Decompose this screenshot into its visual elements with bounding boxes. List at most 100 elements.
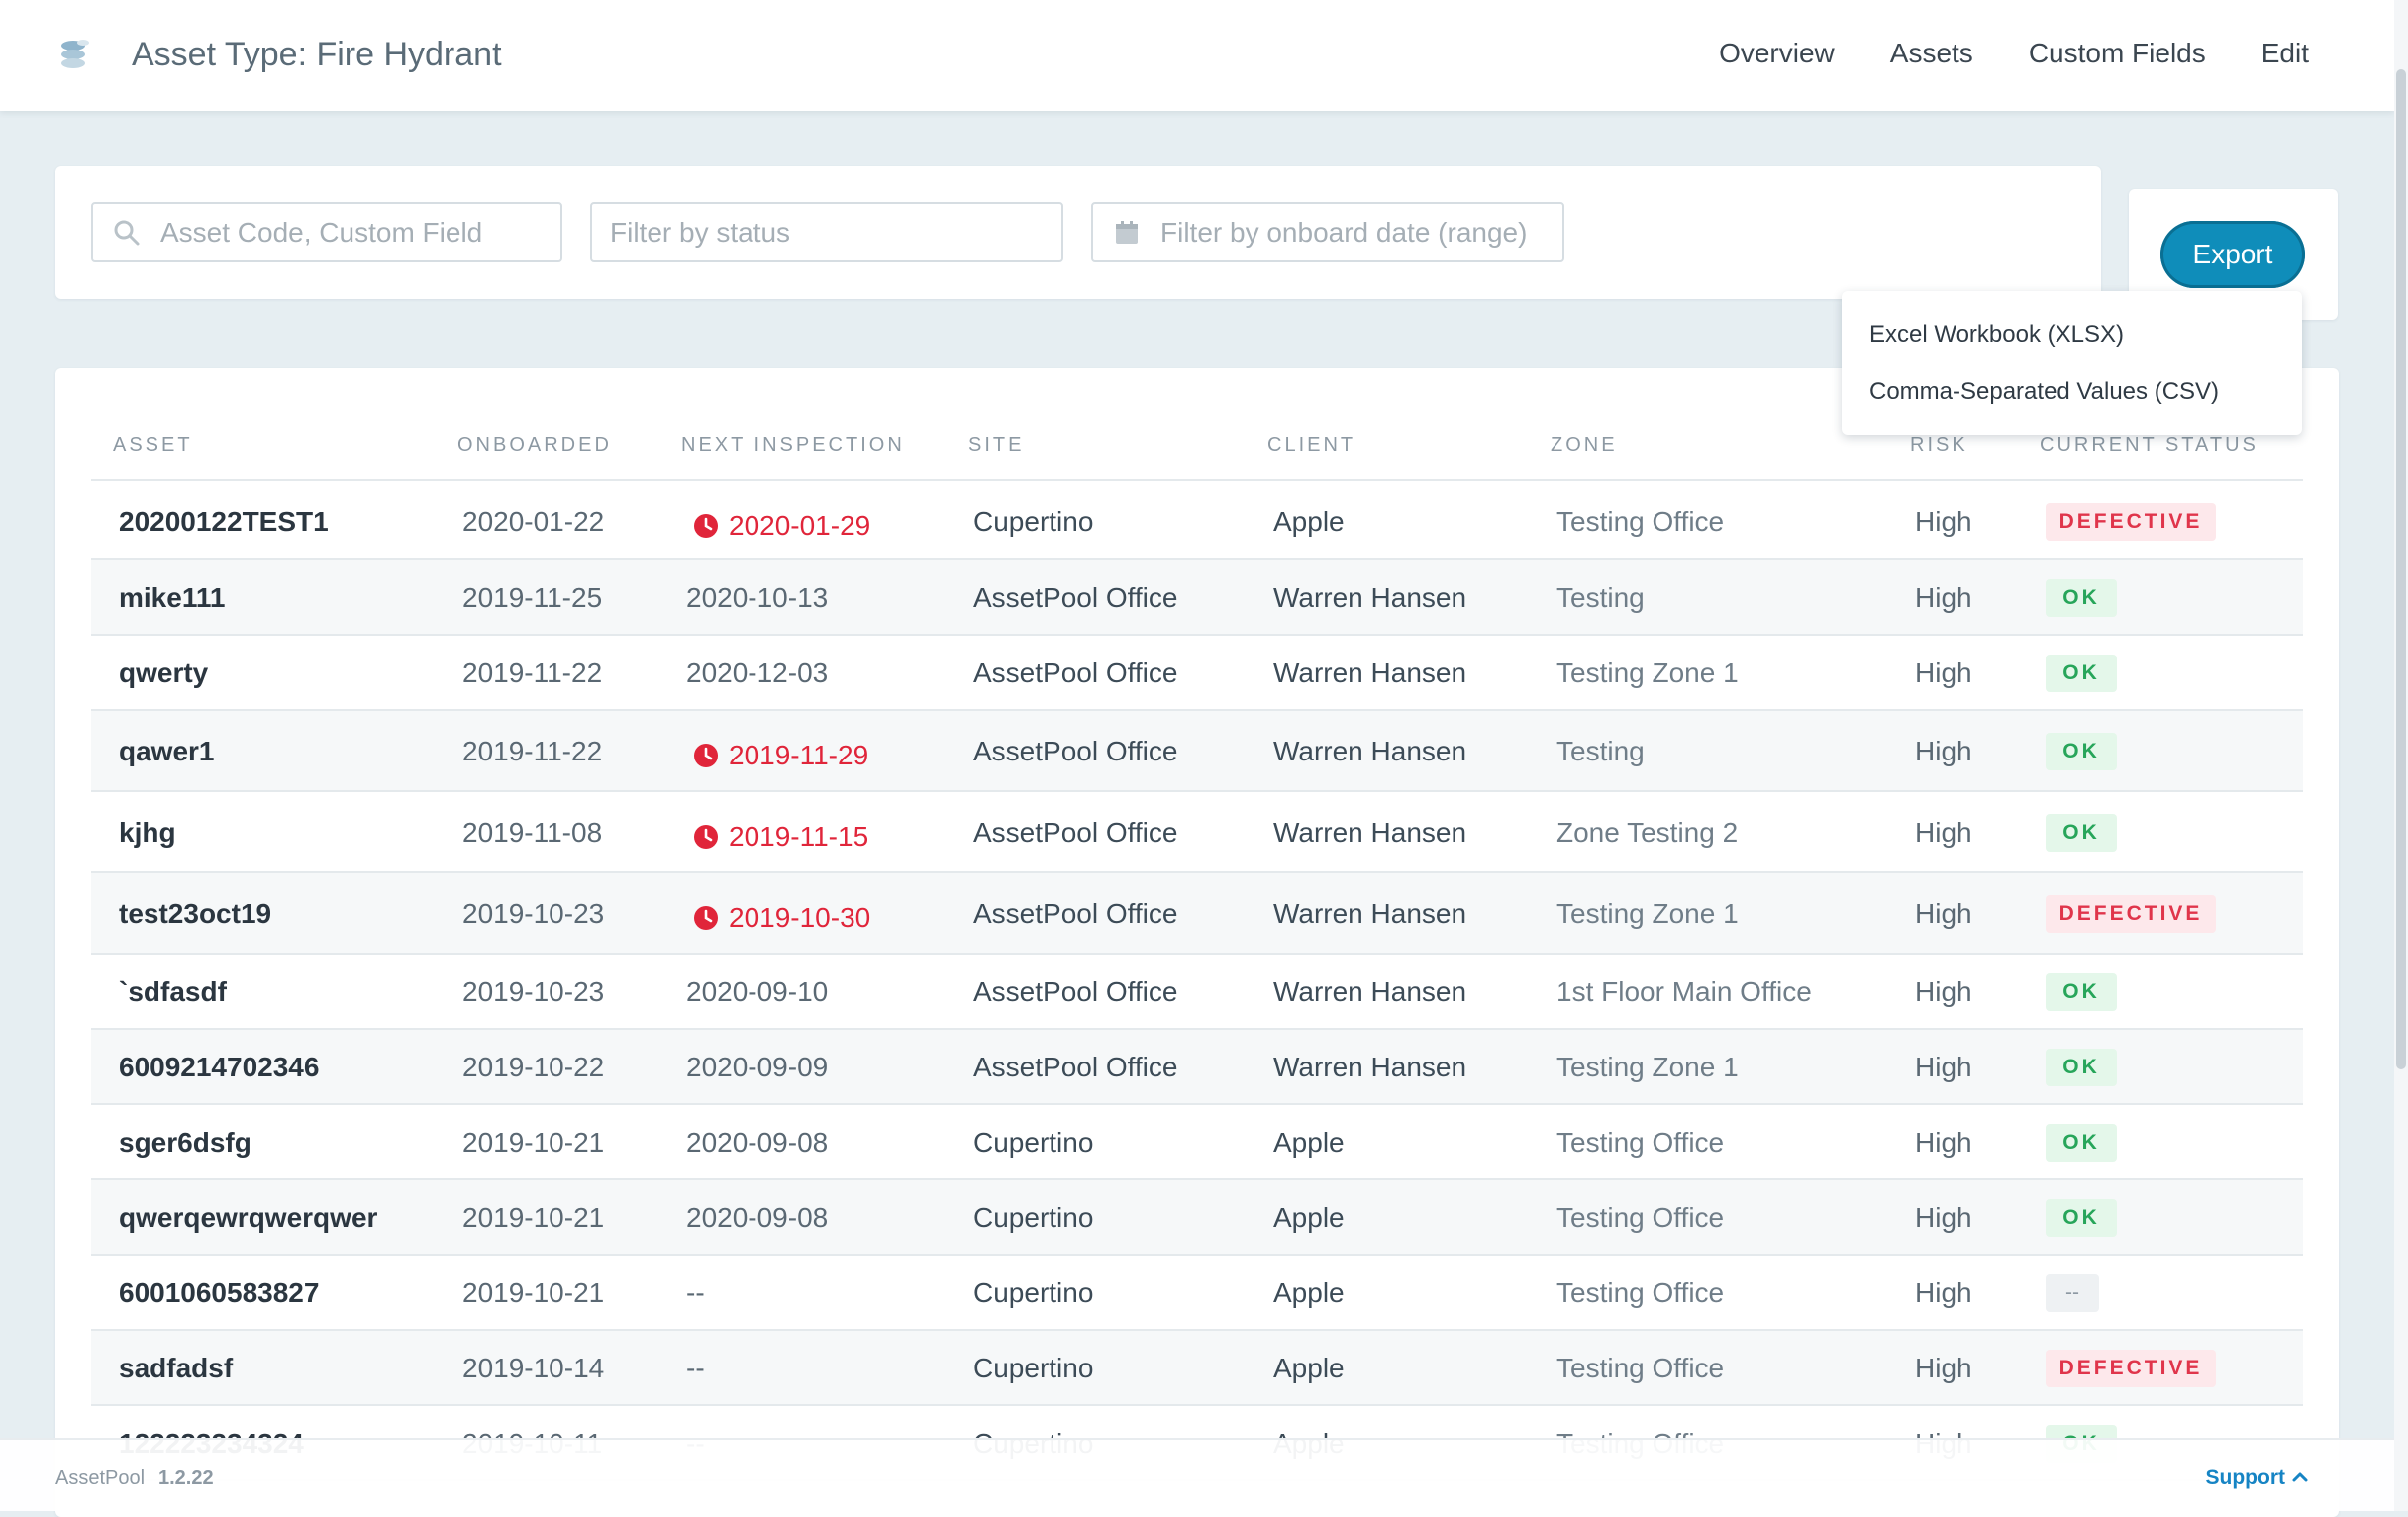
footer-version: 1.2.22 bbox=[158, 1467, 214, 1489]
next-inspection-overdue: 2019-10-30 bbox=[693, 902, 870, 934]
site-name: AssetPool Office bbox=[973, 1052, 1178, 1082]
zone-name: Testing Office bbox=[1556, 1202, 1725, 1233]
client-name: Apple bbox=[1273, 1127, 1345, 1158]
footer-app-name: AssetPool bbox=[55, 1467, 146, 1489]
next-inspection-date: 2020-09-08 bbox=[686, 1202, 829, 1233]
asset-code-link[interactable]: sger6dsfg bbox=[119, 1127, 251, 1159]
table-row[interactable]: test23oct19 2019-10-23 2019-10-30 AssetPool… bbox=[91, 873, 2303, 955]
client-name: Apple bbox=[1273, 506, 1345, 537]
column-header-client[interactable]: Client bbox=[1267, 434, 1355, 456]
next-inspection-date: 2019-11-15 bbox=[729, 821, 869, 852]
onboarded-date: 2019-11-22 bbox=[462, 736, 603, 766]
zone-name: Zone Testing 2 bbox=[1556, 817, 1739, 848]
next-inspection-date: 2020-12-03 bbox=[686, 657, 829, 688]
next-inspection-date: 2019-11-29 bbox=[729, 740, 869, 770]
date-range-filter[interactable]: Filter by onboard date (range) bbox=[1091, 202, 1564, 262]
site-name: Cupertino bbox=[973, 1202, 1094, 1233]
client-name: Apple bbox=[1273, 1277, 1345, 1308]
clock-icon bbox=[694, 514, 718, 538]
status-badge: OK bbox=[2046, 973, 2117, 1011]
risk-level: High bbox=[1915, 736, 1972, 766]
asset-code-link[interactable]: 20200122TEST1 bbox=[119, 506, 329, 538]
table-row[interactable]: kjhg 2019-11-08 2019-11-15 AssetPool Office… bbox=[91, 792, 2303, 873]
next-inspection-overdue: 2020-01-29 bbox=[693, 510, 870, 542]
risk-level: High bbox=[1915, 582, 1972, 613]
table-row[interactable]: 6001060583827 2019-10-21 -- Cupertino Apple T… bbox=[91, 1256, 2303, 1331]
clock-icon bbox=[694, 825, 718, 849]
risk-level: High bbox=[1915, 1052, 1972, 1082]
asset-code-link[interactable]: qawer1 bbox=[119, 736, 215, 767]
status-badge: OK bbox=[2046, 1049, 2117, 1086]
table-row[interactable]: mike111 2019-11-25 2020-10-13 AssetPool Off… bbox=[91, 560, 2303, 636]
table-row[interactable]: qwerqewrqwerqwer 2019-10-21 2020-09-08 Cupe… bbox=[91, 1180, 2303, 1256]
onboarded-date: 2020-01-22 bbox=[462, 506, 605, 537]
status-badge: OK bbox=[2046, 655, 2117, 692]
asset-code-link[interactable]: sadfadsf bbox=[119, 1353, 233, 1384]
table-row[interactable]: sger6dsfg 2019-10-21 2020-09-08 Cupertino Ap… bbox=[91, 1105, 2303, 1180]
asset-code-link[interactable]: mike111 bbox=[119, 582, 225, 614]
onboarded-date: 2019-11-22 bbox=[462, 657, 603, 688]
asset-code-link[interactable]: qwerty bbox=[119, 657, 208, 689]
status-badge: DEFECTIVE bbox=[2046, 503, 2216, 541]
stack-icon bbox=[61, 40, 89, 68]
table-row[interactable]: qwerty 2019-11-22 2020-12-03 AssetPool Offi… bbox=[91, 636, 2303, 711]
next-inspection-overdue: 2019-11-15 bbox=[693, 821, 868, 853]
zone-name: Testing Zone 1 bbox=[1556, 1052, 1739, 1082]
table-row[interactable]: 20200122TEST1 2020-01-22 2020-01-29 Cuperti… bbox=[91, 479, 2303, 560]
client-name: Warren Hansen bbox=[1273, 976, 1467, 1007]
nav-assets[interactable]: Assets bbox=[1890, 38, 1973, 69]
nav-links: Overview Assets Custom Fields Edit bbox=[1719, 38, 2309, 69]
site-name: AssetPool Office bbox=[973, 976, 1178, 1007]
column-header-asset[interactable]: Asset bbox=[113, 434, 193, 456]
column-header-current-status[interactable]: Current Status bbox=[2040, 434, 2258, 456]
export-csv-option[interactable]: Comma-Separated Values (CSV) bbox=[1869, 378, 2219, 406]
zone-name: Testing Office bbox=[1556, 506, 1725, 537]
risk-level: High bbox=[1915, 657, 1972, 688]
next-inspection-date: 2019-10-30 bbox=[729, 902, 871, 933]
asset-code-link[interactable]: 6009214702346 bbox=[119, 1052, 319, 1083]
asset-code-link[interactable]: kjhg bbox=[119, 817, 176, 849]
chevron-up-icon[interactable] bbox=[2291, 1468, 2309, 1486]
next-inspection-date: 2020-01-29 bbox=[729, 510, 871, 541]
page-title: Asset Type: Fire Hydrant bbox=[132, 36, 502, 73]
onboarded-date: 2019-11-25 bbox=[462, 582, 603, 613]
column-header-next-inspection[interactable]: Next Inspection bbox=[681, 434, 905, 456]
status-badge: -- bbox=[2046, 1274, 2099, 1312]
zone-name: Testing Office bbox=[1556, 1127, 1725, 1158]
nav-overview[interactable]: Overview bbox=[1719, 38, 1835, 69]
column-header-onboarded[interactable]: Onboarded bbox=[457, 434, 612, 456]
site-name: AssetPool Office bbox=[973, 898, 1178, 929]
asset-code-link[interactable]: qwerqewrqwerqwer bbox=[119, 1202, 377, 1234]
scrollbar-thumb[interactable] bbox=[2396, 69, 2406, 1069]
risk-level: High bbox=[1915, 976, 1972, 1007]
next-inspection-date: 2020-09-10 bbox=[686, 976, 829, 1007]
client-name: Warren Hansen bbox=[1273, 1052, 1467, 1082]
search-input[interactable]: Asset Code, Custom Field bbox=[91, 202, 562, 262]
column-header-risk[interactable]: Risk bbox=[1910, 434, 1968, 456]
asset-code-link[interactable]: `sdfasdf bbox=[119, 976, 227, 1008]
table-row[interactable]: qawer1 2019-11-22 2019-11-29 AssetPool Offi… bbox=[91, 711, 2303, 792]
asset-code-link[interactable]: 6001060583827 bbox=[119, 1277, 319, 1309]
column-header-zone[interactable]: Zone bbox=[1551, 434, 1618, 456]
search-placeholder: Asset Code, Custom Field bbox=[160, 216, 483, 248]
column-header-site[interactable]: Site bbox=[968, 434, 1024, 456]
status-filter-select[interactable]: Filter by status bbox=[590, 202, 1063, 262]
onboarded-date: 2019-10-21 bbox=[462, 1127, 605, 1158]
site-name: AssetPool Office bbox=[973, 817, 1178, 848]
footer-bar: AssetPool 1.2.22 Support bbox=[0, 1438, 2394, 1511]
table-row[interactable]: 6009214702346 2019-10-22 2020-09-09 AssetPo… bbox=[91, 1030, 2303, 1105]
support-link[interactable]: Support bbox=[2206, 1466, 2285, 1490]
asset-code-link[interactable]: test23oct19 bbox=[119, 898, 271, 930]
export-button[interactable]: Export bbox=[2160, 221, 2305, 288]
table-row[interactable]: sadfadsf 2019-10-14 -- Cupertino Apple Testin… bbox=[91, 1331, 2303, 1406]
risk-level: High bbox=[1915, 898, 1972, 929]
site-name: Cupertino bbox=[973, 1277, 1094, 1308]
risk-level: High bbox=[1915, 1127, 1972, 1158]
nav-edit[interactable]: Edit bbox=[2261, 38, 2309, 69]
nav-custom-fields[interactable]: Custom Fields bbox=[2029, 38, 2206, 69]
table-row[interactable]: `sdfasdf 2019-10-23 2020-09-10 AssetPool Of… bbox=[91, 955, 2303, 1030]
next-inspection-date: 2020-09-09 bbox=[686, 1052, 829, 1082]
client-name: Apple bbox=[1273, 1353, 1345, 1383]
export-xlsx-option[interactable]: Excel Workbook (XLSX) bbox=[1869, 321, 2124, 349]
status-badge: DEFECTIVE bbox=[2046, 1350, 2216, 1387]
